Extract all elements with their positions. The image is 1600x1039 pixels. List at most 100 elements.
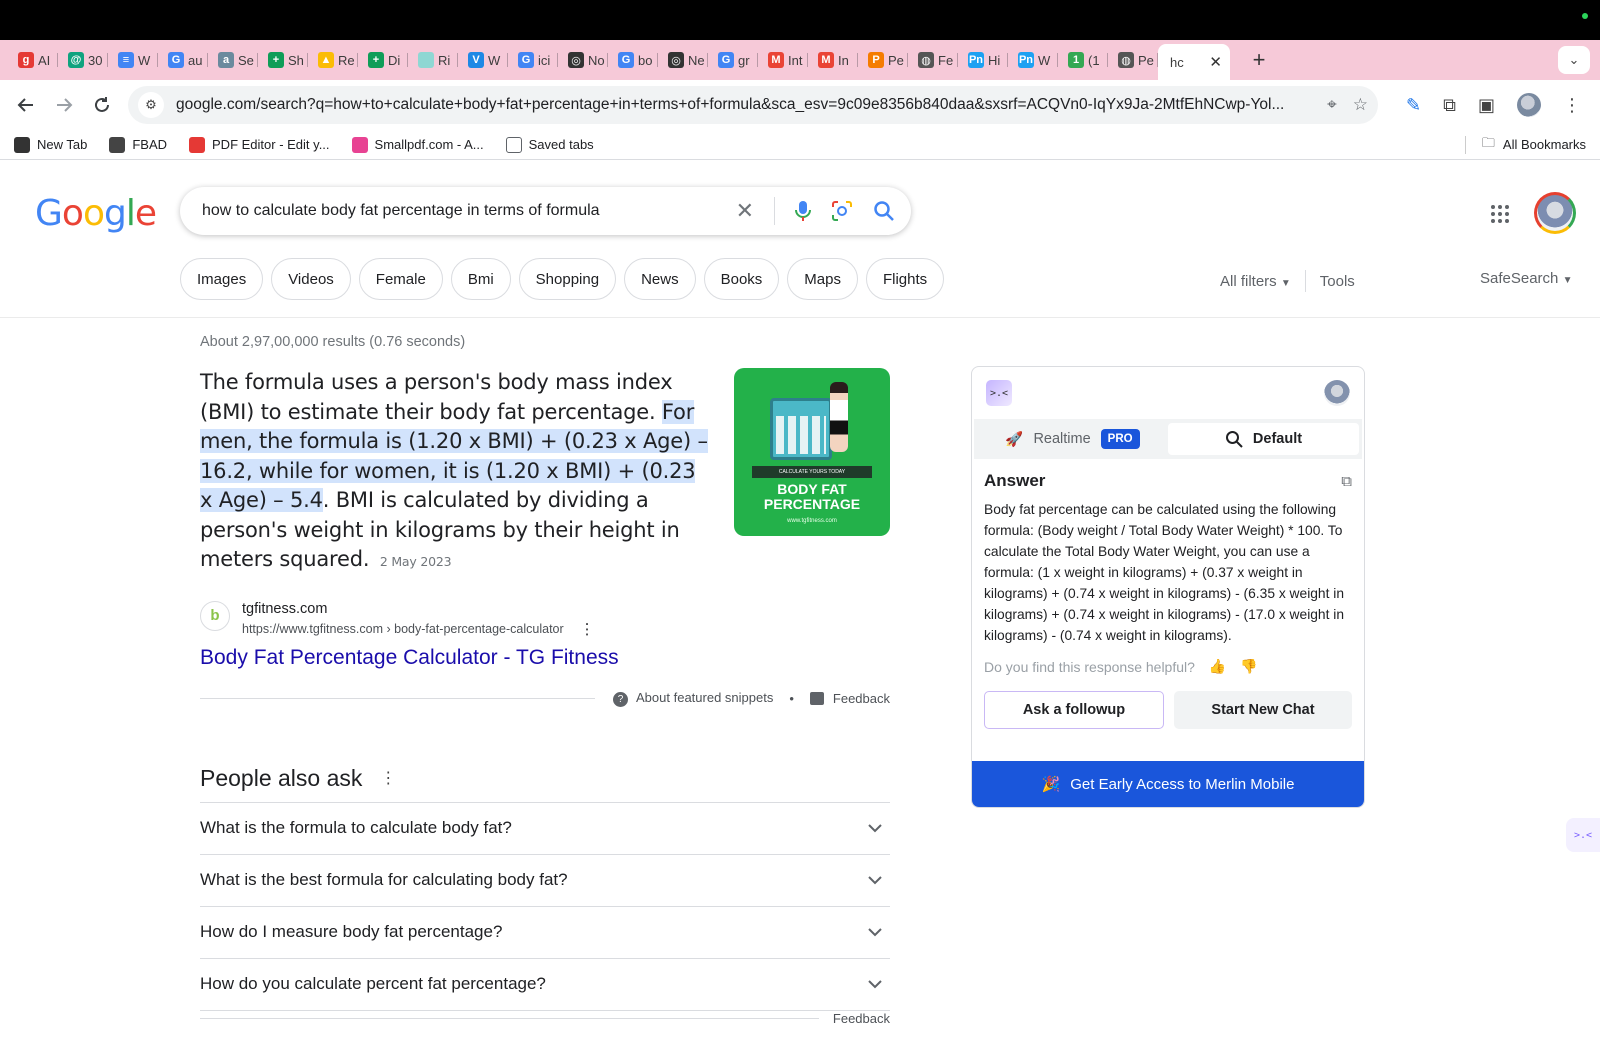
tab-label: 30 (88, 52, 103, 68)
browser-tab[interactable]: + Sh (258, 44, 308, 76)
browser-tab[interactable]: Ri (408, 44, 458, 76)
paa-feedback-link[interactable]: Feedback (833, 1011, 890, 1026)
google-account-avatar[interactable] (1534, 192, 1576, 234)
filter-chip[interactable]: News (624, 258, 696, 300)
tab-search-button[interactable]: ⌄ (1558, 46, 1590, 74)
snippet-thumbnail[interactable]: CALCULATE YOURS TODAY BODY FAT PERCENTAGE… (734, 368, 890, 536)
filter-chip[interactable]: Videos (271, 258, 351, 300)
browser-tab[interactable]: Ggr (708, 44, 758, 76)
all-bookmarks-button[interactable]: 🗀 All Bookmarks (1464, 135, 1586, 154)
paa-question[interactable]: How do I measure body fat percentage? (200, 907, 890, 959)
tab-label: No (588, 52, 605, 68)
browser-tab[interactable]: 1 (1 (1058, 44, 1108, 76)
merlin-mobile-cta[interactable]: 🎉 Get Early Access to Merlin Mobile (972, 761, 1364, 807)
paa-question[interactable]: How do you calculate percent fat percent… (200, 959, 890, 1011)
feedback-link[interactable]: Feedback (809, 691, 890, 706)
filter-chip[interactable]: Female (358, 258, 443, 300)
search-input[interactable]: how to calculate body fat percentage in … (202, 202, 736, 220)
browser-tab[interactable]: Gici (508, 44, 558, 76)
browser-tab[interactable]: M In (808, 44, 858, 76)
more-menu-icon[interactable]: ⋮ (1563, 95, 1581, 116)
merlin-side-widget-icon[interactable]: >.< (1566, 818, 1600, 852)
thumbs-down-icon[interactable]: 👎 (1240, 658, 1257, 675)
extensions-puzzle-icon[interactable]: ⧉ (1443, 95, 1456, 116)
site-info-icon[interactable]: ⚙ (138, 92, 164, 118)
back-button[interactable] (10, 89, 42, 121)
tgfitness-favicon[interactable]: b (200, 600, 230, 631)
source-title-link[interactable]: Body Fat Percentage Calculator - TG Fitn… (200, 646, 890, 670)
bookmark-item[interactable]: PDF Editor - Edit y... (189, 136, 330, 153)
bookmark-item[interactable]: Saved tabs (505, 136, 594, 153)
forward-button[interactable] (48, 89, 80, 121)
filter-chip[interactable]: Maps (787, 258, 858, 300)
browser-tab[interactable]: ▲ Re (308, 44, 358, 76)
google-apps-icon[interactable] (1490, 204, 1510, 224)
bookmark-item[interactable]: FBAD (109, 136, 167, 153)
browser-tab[interactable]: g AI (8, 44, 58, 76)
browser-tab[interactable]: Gbo (608, 44, 658, 76)
bookmark-item[interactable]: New Tab (14, 136, 87, 153)
browser-tab[interactable]: P Pe (858, 44, 908, 76)
browser-tab[interactable]: a Se (208, 44, 258, 76)
extension-pen-icon[interactable]: ✎ (1406, 95, 1421, 116)
search-submit-icon[interactable] (873, 200, 895, 222)
people-also-ask-list: What is the formula to calculate body fa… (200, 801, 890, 1011)
ask-followup-button[interactable]: Ask a followup (984, 691, 1164, 729)
filter-chip[interactable]: Shopping (518, 258, 617, 300)
browser-tab[interactable]: Gau (158, 44, 208, 76)
browser-tab[interactable]: ◎ No (558, 44, 608, 76)
filter-chip[interactable]: Images (180, 258, 264, 300)
clear-search-icon[interactable]: ✕ (736, 198, 754, 224)
safesearch-label: SafeSearch (1480, 270, 1559, 287)
bookmark-item[interactable]: Smallpdf.com - A... (351, 136, 484, 153)
browser-tab[interactable]: ◍ Pe (1108, 44, 1158, 76)
tools-button[interactable]: Tools (1320, 273, 1355, 290)
start-new-chat-button[interactable]: Start New Chat (1174, 691, 1352, 729)
all-filters-button[interactable]: All filters ▼ (1220, 273, 1291, 290)
search-box[interactable]: how to calculate body fat percentage in … (180, 187, 911, 235)
default-tab[interactable]: Default (1168, 423, 1359, 455)
reload-button[interactable] (86, 89, 118, 121)
bookmark-star-icon[interactable]: ☆ (1353, 95, 1368, 115)
source-name[interactable]: tgfitness.com (242, 601, 595, 617)
voice-search-icon[interactable] (795, 200, 811, 222)
google-logo[interactable]: Google (35, 193, 157, 234)
location-icon[interactable]: ⌖ (1327, 95, 1337, 115)
browser-tab[interactable]: ≡ W (108, 44, 158, 76)
tab-label: ici (538, 52, 551, 68)
tab-label: Re (338, 52, 355, 68)
side-panel-icon[interactable]: ▣ (1478, 95, 1495, 116)
new-tab-button[interactable]: + (1242, 47, 1276, 73)
browser-tab[interactable]: ◍ Fe (908, 44, 958, 76)
party-icon: 🎉 (1041, 776, 1061, 793)
realtime-tab[interactable]: 🚀 Realtime PRO (977, 423, 1168, 455)
browser-tab[interactable]: Pn W (1008, 44, 1058, 76)
thumbs-up-icon[interactable]: 👍 (1209, 658, 1226, 675)
browser-tab[interactable]: @30 (58, 44, 108, 76)
copy-icon[interactable]: ⧉ (1341, 473, 1352, 490)
reload-icon (95, 97, 109, 112)
safesearch-button[interactable]: SafeSearch ▼ (1480, 270, 1572, 287)
filter-chip[interactable]: Flights (865, 258, 945, 300)
chevron-down-icon (868, 876, 882, 885)
more-options-icon[interactable]: ⋮ (580, 620, 595, 638)
browser-tab[interactable]: Pn Hi (958, 44, 1008, 76)
url-text[interactable]: google.com/search?q=how+to+calculate+bod… (176, 96, 1315, 114)
paa-question[interactable]: What is the best formula for calculating… (200, 855, 890, 907)
profile-avatar[interactable] (1516, 93, 1541, 117)
lens-search-icon[interactable] (831, 200, 853, 222)
browser-tab[interactable]: M Int (758, 44, 808, 76)
close-tab-icon[interactable]: ✕ (1209, 53, 1222, 71)
filter-chip[interactable]: Books (703, 258, 780, 300)
source-url-text[interactable]: https://www.tgfitness.com › body-fat-per… (242, 622, 564, 636)
about-snippets-link[interactable]: ? About featured snippets (613, 690, 773, 707)
merlin-user-avatar[interactable] (1324, 380, 1350, 406)
browser-tab[interactable]: VW (458, 44, 508, 76)
browser-tab[interactable]: + Di (358, 44, 408, 76)
paa-question[interactable]: What is the formula to calculate body fa… (200, 803, 890, 855)
filter-chip[interactable]: Bmi (450, 258, 511, 300)
paa-more-options-icon[interactable]: ⋮ (380, 768, 396, 788)
active-tab[interactable]: hc ✕ (1158, 44, 1230, 80)
address-bar[interactable]: ⚙ google.com/search?q=how+to+calculate+b… (128, 86, 1378, 124)
browser-tab[interactable]: ◎ Ne (658, 44, 708, 76)
